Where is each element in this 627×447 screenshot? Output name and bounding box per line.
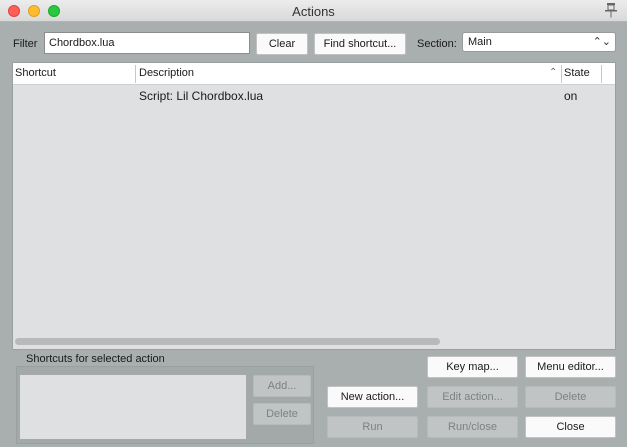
section-select[interactable]: Main ⌃⌄ <box>462 32 616 52</box>
state-cell: on <box>564 89 578 103</box>
key-map-button[interactable]: Key map... <box>427 356 518 378</box>
find-shortcut-button[interactable]: Find shortcut... <box>314 33 406 55</box>
run-button[interactable]: Run <box>327 416 418 438</box>
menu-editor-button[interactable]: Menu editor... <box>525 356 616 378</box>
horizontal-scrollbar[interactable] <box>15 338 440 345</box>
table-row[interactable]: Script: Lil Chordbox.lua on <box>13 86 615 104</box>
column-divider[interactable] <box>601 65 602 83</box>
close-button[interactable]: Close <box>525 416 616 438</box>
table-header: Shortcut Description ⌃ State <box>13 63 615 85</box>
window-title: Actions <box>292 4 335 19</box>
title-bar: Actions <box>0 0 627 22</box>
pin-icon[interactable] <box>603 2 619 18</box>
column-divider[interactable] <box>561 65 562 83</box>
actions-table[interactable]: Shortcut Description ⌃ State Script: Lil… <box>12 62 616 350</box>
edit-action-button[interactable]: Edit action... <box>427 386 518 408</box>
column-header-state[interactable]: State <box>564 67 590 79</box>
column-divider[interactable] <box>135 65 136 83</box>
actions-window: Actions Filter Chordbox.lua Clear Find s… <box>0 0 627 447</box>
section-label: Section: <box>417 38 457 50</box>
run-close-button[interactable]: Run/close <box>427 416 518 438</box>
filter-label: Filter <box>13 38 38 50</box>
new-action-button[interactable]: New action... <box>327 386 418 408</box>
shortcuts-group-title: Shortcuts for selected action <box>26 353 165 365</box>
shortcut-list[interactable] <box>19 374 247 440</box>
delete-action-button[interactable]: Delete <box>525 386 616 408</box>
delete-shortcut-button[interactable]: Delete <box>253 403 311 425</box>
sort-ascending-icon: ⌃ <box>549 67 558 78</box>
description-cell: Script: Lil Chordbox.lua <box>139 89 264 103</box>
add-shortcut-button[interactable]: Add... <box>253 375 311 397</box>
filter-input[interactable]: Chordbox.lua <box>44 32 250 54</box>
clear-button[interactable]: Clear <box>256 33 308 55</box>
section-select-value: Main <box>468 36 492 48</box>
updown-chevron-icon: ⌃⌄ <box>592 36 611 48</box>
column-header-shortcut[interactable]: Shortcut <box>15 67 56 79</box>
column-header-description[interactable]: Description <box>139 67 194 79</box>
